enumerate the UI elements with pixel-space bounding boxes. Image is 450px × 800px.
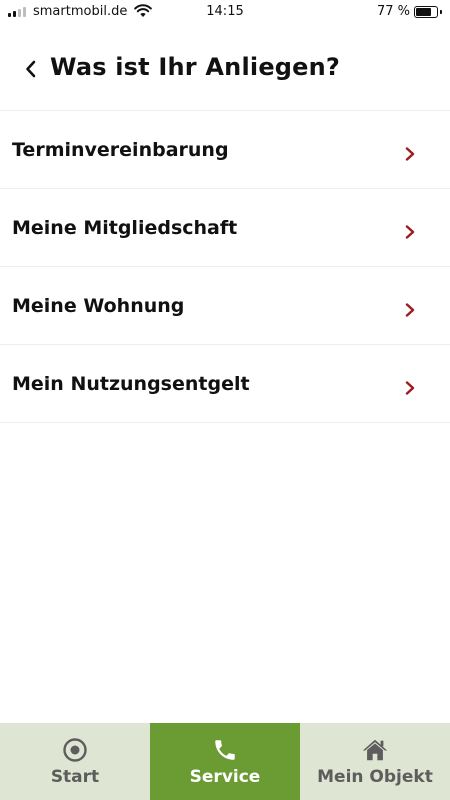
status-bar: smartmobil.de 14:15 77 % xyxy=(0,0,450,24)
chevron-left-icon xyxy=(26,60,36,78)
chevron-right-icon xyxy=(405,225,415,239)
service-menu-list: Terminvereinbarung Meine Mitgliedschaft … xyxy=(0,110,450,423)
menu-item-terminvereinbarung[interactable]: Terminvereinbarung xyxy=(0,111,450,189)
tab-service[interactable]: Service xyxy=(150,723,300,800)
menu-item-label: Meine Mitgliedschaft xyxy=(12,216,238,239)
tab-mein-objekt[interactable]: Mein Objekt xyxy=(300,723,450,800)
phone-icon xyxy=(211,736,239,764)
battery-icon xyxy=(414,6,438,18)
chevron-right-icon xyxy=(405,303,415,317)
back-button[interactable] xyxy=(18,56,44,82)
menu-item-mitgliedschaft[interactable]: Meine Mitgliedschaft xyxy=(0,189,450,267)
tab-label: Start xyxy=(50,767,100,787)
battery-level xyxy=(416,8,432,16)
screen: smartmobil.de 14:15 77 % Was ist Ihr Anl… xyxy=(0,0,450,800)
menu-item-label: Meine Wohnung xyxy=(12,294,185,317)
battery-percentage: 77 % xyxy=(376,4,410,19)
battery-cap xyxy=(440,10,442,14)
chevron-right-icon xyxy=(405,381,415,395)
page-header: Was ist Ihr Anliegen? xyxy=(0,44,450,94)
tab-start[interactable]: Start xyxy=(0,723,150,800)
home-icon xyxy=(361,736,389,764)
chevron-right-icon xyxy=(405,147,415,161)
page-title: Was ist Ihr Anliegen? xyxy=(50,53,341,81)
menu-item-wohnung[interactable]: Meine Wohnung xyxy=(0,267,450,345)
target-icon xyxy=(61,736,89,764)
tab-label: Service xyxy=(189,767,261,787)
menu-item-nutzungsentgelt[interactable]: Mein Nutzungsentgelt xyxy=(0,345,450,423)
tab-label: Mein Objekt xyxy=(317,767,433,787)
menu-item-label: Terminvereinbarung xyxy=(12,138,229,161)
bottom-tab-bar: Start Service Mein Objekt xyxy=(0,723,450,800)
menu-item-label: Mein Nutzungsentgelt xyxy=(12,372,250,395)
